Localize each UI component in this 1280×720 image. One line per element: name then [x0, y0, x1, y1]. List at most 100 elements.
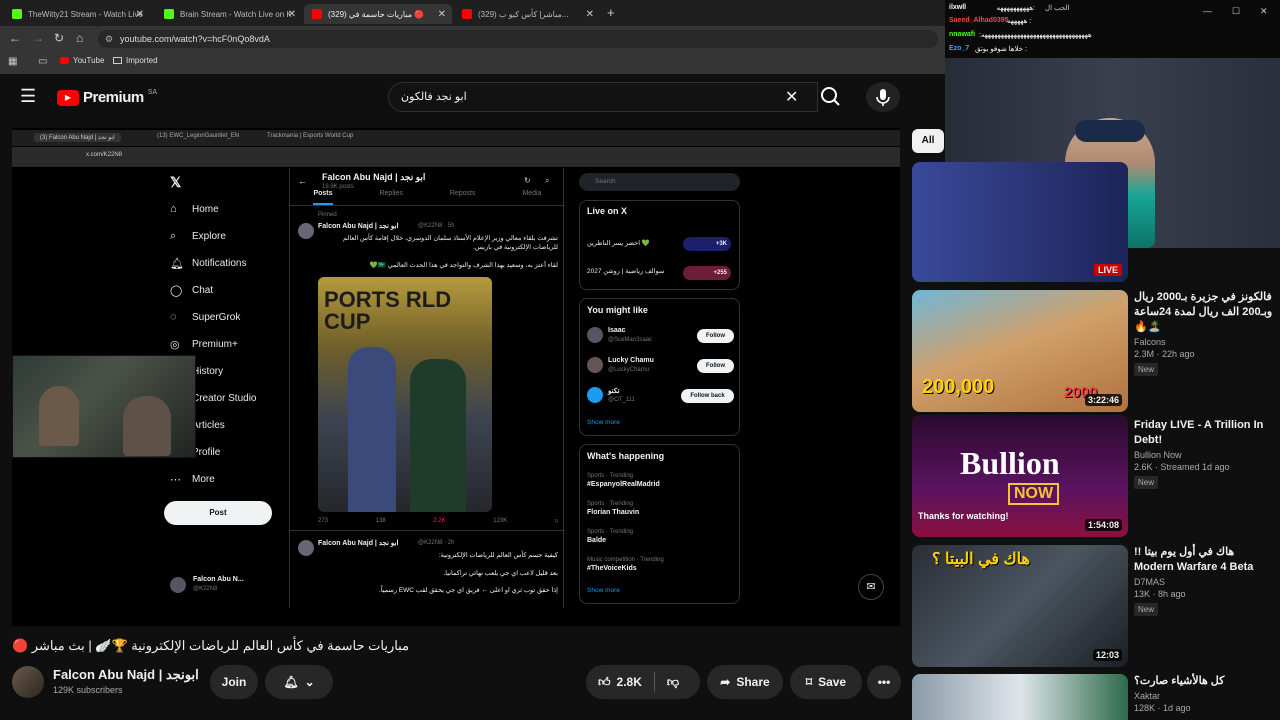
subscribe-notifications-button[interactable]: 🔔︎ ⌄	[265, 665, 333, 699]
x-search-field: Search	[579, 173, 740, 191]
chevron-down-icon: ⌄	[304, 675, 315, 689]
avatar	[587, 327, 603, 343]
recommended-live-thumbnail[interactable]: LIVE	[912, 162, 1128, 282]
video-duration: 12:03	[1092, 649, 1122, 661]
filter-chip-all[interactable]: All	[912, 129, 944, 153]
recommended-video-thumbnail[interactable]: 200,000 2000 3:22:46	[912, 290, 1128, 412]
bookmarks-bar: ▦ ▭ YouTube Imported	[0, 52, 945, 74]
save-button[interactable]: ⌑ Save	[790, 665, 862, 699]
recommended-video-thumbnail[interactable]: Bullion NOW Thanks for watching! 1:54:08	[912, 415, 1128, 537]
channel-name[interactable]: Falcon Abu Najd | ابونجد	[53, 667, 199, 683]
youtube-icon	[312, 9, 322, 19]
search-input[interactable]: ابو نجد فالكون ✕	[388, 82, 818, 112]
explore-icon: ⌕	[170, 230, 177, 242]
avatar	[587, 387, 603, 403]
dislike-icon[interactable]: 👎︎	[667, 675, 679, 690]
bookmark-icon: ⌑	[554, 519, 558, 525]
site-info-icon[interactable]: ⚙	[105, 30, 113, 48]
browser-tab-3-active[interactable]: مباريات حاسمة في (329) 🔴 ✕	[304, 4, 452, 24]
x-post-button: Post	[164, 501, 272, 525]
profile-tabs: Posts Replies Reposts Media	[290, 190, 565, 206]
bell-icon: 🔔︎	[170, 258, 184, 270]
bookmark-icon: ⌑	[805, 675, 813, 689]
video-title: مباريات حاسمة في كأس العالم للرياضات الإ…	[12, 638, 410, 653]
bookmark-imported[interactable]: Imported	[113, 56, 158, 65]
like-dislike-group: 👍︎ 2.8K 👎︎	[586, 665, 700, 699]
x-nav-notifications: 🔔︎ Notifications	[170, 258, 247, 270]
address-bar-row: ← → ↻ ⌂ ⚙ youtube.com/watch?v=hcF0nQo8vdA	[0, 26, 945, 52]
stream-chat-overlay: ilxwll :ههههههههههه الحب ال Saeed_Alhad0…	[945, 0, 1280, 58]
browser-tab-1[interactable]: TheWitty21 Stream - Watch Live ✕	[4, 4, 150, 24]
subscriber-count: 129K subscribers	[53, 685, 123, 695]
avatar	[298, 540, 314, 556]
close-icon[interactable]: ✕	[136, 9, 144, 20]
search-button[interactable]	[812, 82, 852, 112]
close-icon[interactable]: ✕	[288, 9, 296, 20]
folder-icon[interactable]: ▭	[38, 56, 47, 67]
x-nav-premium-: ◎ Premium+	[170, 339, 238, 351]
back-arrow-icon: ←	[298, 176, 307, 186]
more-icon: •••	[877, 675, 891, 689]
x-nav-supergrok: ◌ SuperGrok	[170, 311, 241, 323]
recommended-video-meta[interactable]: كل هالأشياء صارت؟ Xaktar 128K · 1d ago	[1134, 674, 1274, 713]
close-icon[interactable]: ✕	[586, 9, 594, 20]
recommended-video-thumbnail[interactable]	[912, 674, 1128, 720]
cap-shape	[1075, 120, 1145, 142]
refresh-icon: ↻	[524, 176, 531, 185]
share-button[interactable]: ➦ Share	[707, 665, 783, 699]
close-icon[interactable]: ✕	[438, 9, 446, 20]
recommended-video-meta[interactable]: فالكونز في جزيرة بـ2000 ريال وبـ200 الف …	[1134, 290, 1274, 377]
maximize-icon[interactable]: ☐	[1232, 6, 1240, 17]
apps-icon[interactable]: ▦	[8, 56, 17, 67]
back-icon[interactable]: ←	[9, 31, 21, 45]
youtube-logo[interactable]: ▶ Premium SA	[57, 89, 157, 106]
clear-search-icon[interactable]: ✕	[785, 87, 798, 107]
recommended-video-meta[interactable]: Friday LIVE - A Trillion In Debt! Bullio…	[1134, 418, 1274, 490]
x-nav-chat: ◯ Chat	[170, 285, 214, 297]
forward-icon[interactable]: →	[32, 31, 44, 45]
grok-icon: ◌	[170, 311, 177, 323]
youtube-play-icon: ▶	[57, 89, 79, 106]
reload-icon[interactable]: ↻	[54, 31, 64, 45]
x-nav-more: ⋯ More	[170, 474, 215, 486]
voice-search-button[interactable]	[866, 82, 900, 112]
tweet-photo: PORTS RLD CUP	[318, 277, 492, 512]
url-input[interactable]: ⚙ youtube.com/watch?v=hcF0nQo8vdA	[98, 30, 938, 48]
search-icon	[821, 87, 840, 106]
tweet-stats: 273 138 2.2K 123K ⌑	[318, 518, 558, 525]
avatar	[587, 357, 603, 373]
avatar	[298, 223, 314, 239]
join-button[interactable]: Join	[210, 665, 258, 699]
minimize-icon[interactable]: —	[1203, 6, 1212, 16]
facecam-overlay	[12, 355, 196, 458]
channel-avatar[interactable]	[12, 666, 44, 698]
recommended-video-thumbnail[interactable]: هاك في البيتا ؟ 12:03	[912, 545, 1128, 667]
person-figure	[410, 359, 466, 512]
home-icon[interactable]: ⌂	[76, 31, 83, 45]
person-figure	[39, 386, 79, 446]
browser-tab-2[interactable]: Brain Stream - Watch Live on K ✕	[156, 4, 302, 24]
like-count[interactable]: 2.8K	[617, 675, 642, 689]
stream-address-bar: x.com/K22N8	[12, 147, 900, 167]
x-logo: 𝕏	[170, 174, 182, 190]
menu-icon[interactable]: ☰	[20, 86, 36, 107]
close-icon[interactable]: ✕	[1260, 6, 1268, 17]
browser-tab-4[interactable]: (329) مباشر| كأس كيو ب... ✕	[454, 4, 600, 24]
recommended-video-meta[interactable]: هاك في أول يوم بيتا !! Modern Warfare 4 …	[1134, 545, 1274, 617]
new-tab-button[interactable]: +	[607, 5, 615, 20]
chat-icon: ◯	[170, 285, 183, 297]
bookmark-youtube[interactable]: YouTube	[60, 56, 104, 65]
kick-icon	[12, 9, 22, 19]
stream-browser-tabs: (3) Falcon Abu Najd | ابو نجد (13) EWC_L…	[12, 130, 900, 146]
more-icon: ⋯	[170, 474, 181, 486]
premium-icon: ◎	[170, 339, 180, 351]
bell-icon: 🔔︎	[283, 675, 299, 689]
person-figure	[348, 347, 396, 512]
share-icon: ➦	[720, 675, 731, 689]
home-icon: ⌂	[170, 203, 177, 215]
like-icon[interactable]: 👍︎	[598, 675, 611, 690]
x-messages-icon: ✉	[858, 574, 884, 600]
kick-icon	[164, 9, 174, 19]
more-actions-button[interactable]: •••	[867, 665, 901, 699]
youtube-icon	[60, 57, 69, 64]
